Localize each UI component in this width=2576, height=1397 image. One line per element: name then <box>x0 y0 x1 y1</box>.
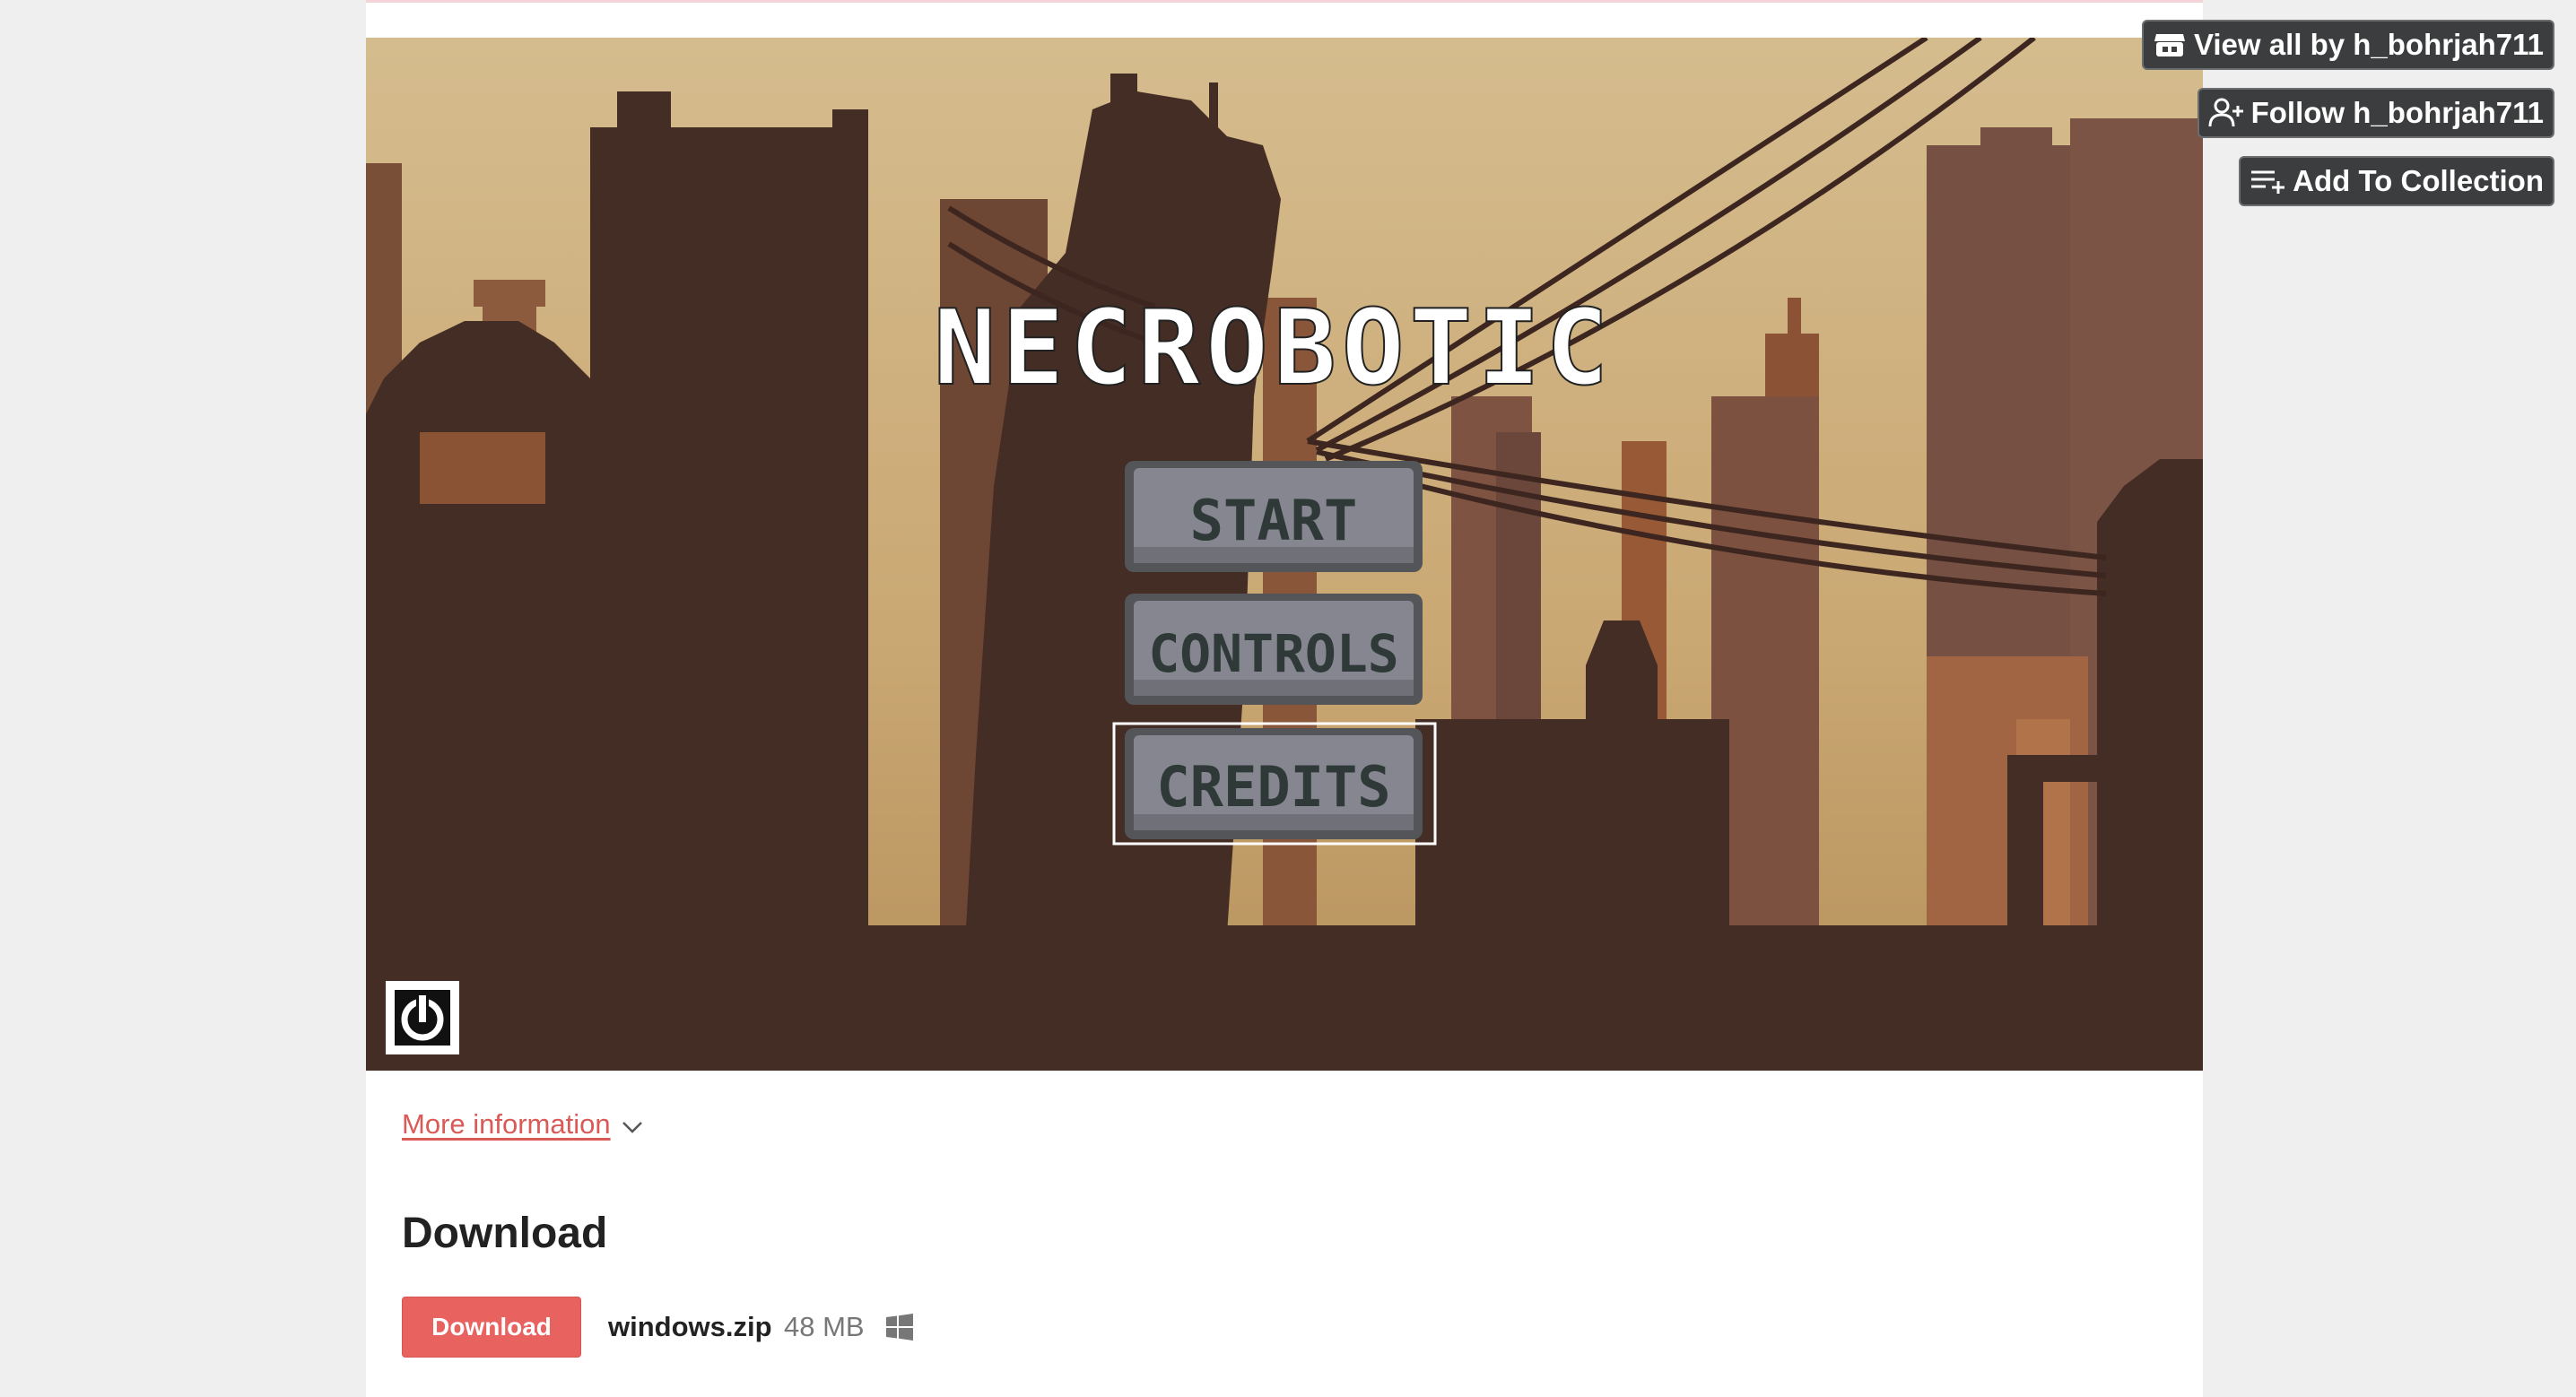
menu-start-label: START <box>1190 488 1358 553</box>
file-size: 48 MB <box>784 1311 865 1342</box>
add-to-collection-button[interactable]: Add To Collection <box>2239 156 2554 206</box>
follow-button[interactable]: Follow h_bohrjah711 <box>2197 88 2554 138</box>
download-button[interactable]: Download <box>402 1297 581 1358</box>
download-heading: Download <box>402 1210 608 1257</box>
windows-icon <box>886 1314 913 1341</box>
power-icon[interactable] <box>386 981 459 1054</box>
menu-controls-label: CONTROLS <box>1148 623 1398 684</box>
view-all-label: View all by h_bohrjah711 <box>2193 28 2544 61</box>
more-information-link[interactable]: More information <box>402 1108 643 1141</box>
game-frame[interactable]: NECROBOTIC START CONTROLS CREDITS <box>366 38 2203 1071</box>
itch-io-icon <box>2154 34 2185 56</box>
menu-controls-button[interactable]: CONTROLS <box>1125 594 1423 705</box>
game-title: NECROBOTIC <box>934 288 1614 409</box>
menu-start-button[interactable]: START <box>1125 461 1423 572</box>
chevron-down-icon <box>622 1122 642 1133</box>
menu-credits-label: CREDITS <box>1156 754 1390 820</box>
add-to-collection-label: Add To Collection <box>2293 164 2544 197</box>
view-all-button[interactable]: View all by h_bohrjah711 <box>2141 20 2554 70</box>
playlist-add-icon <box>2251 170 2285 194</box>
add-user-icon <box>2208 98 2243 127</box>
follow-label: Follow h_bohrjah711 <box>2250 96 2544 129</box>
menu-credits-button[interactable]: CREDITS <box>1112 722 1437 846</box>
more-information-label: More information <box>402 1108 611 1140</box>
file-name: windows.zip <box>608 1311 772 1342</box>
